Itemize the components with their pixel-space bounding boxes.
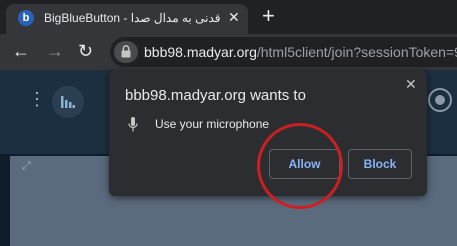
back-button[interactable]: ←	[12, 40, 30, 62]
tab-title: BigBlueButton - قدنی به مدال صدا	[44, 11, 221, 25]
fullscreen-icon[interactable]: ⤢	[22, 160, 31, 173]
lock-icon	[121, 45, 131, 58]
address-bar[interactable]: bbb98.madyar.org/html5client/join?sessio…	[110, 37, 457, 67]
bars-icon	[61, 96, 75, 108]
url-host: bbb98.madyar.org	[144, 44, 257, 60]
url-text: bbb98.madyar.org/html5client/join?sessio…	[144, 44, 457, 60]
site-info-button[interactable]	[114, 41, 138, 63]
tab-close-icon[interactable]: ✕	[228, 9, 240, 26]
browser-toolbar: ← → ↻ bbb98.madyar.org/html5client/join?…	[0, 34, 457, 70]
bigbluebutton-favicon-icon: b	[18, 10, 34, 26]
close-icon[interactable]: ✕	[405, 76, 417, 93]
record-icon[interactable]	[428, 88, 452, 112]
reload-button[interactable]: ↻	[78, 40, 93, 62]
permission-text: Use your microphone	[155, 117, 270, 131]
tab-strip: b BigBlueButton - قدنی به مدال صدا ✕ +	[0, 0, 457, 34]
userlist-toggle-icon[interactable]	[52, 86, 84, 118]
browser-tab[interactable]: b BigBlueButton - قدنی به مدال صدا ✕	[6, 4, 248, 34]
forward-button[interactable]: →	[46, 40, 64, 62]
prompt-title: bbb98.madyar.org wants to	[125, 87, 306, 104]
microphone-icon	[128, 117, 138, 132]
new-tab-button[interactable]: +	[262, 4, 275, 28]
url-path: /html5client/join?sessionToken=9	[256, 44, 457, 60]
options-menu-icon[interactable]: ⋮	[28, 90, 46, 108]
block-button[interactable]: Block	[348, 149, 412, 179]
highlight-circle	[257, 123, 343, 209]
